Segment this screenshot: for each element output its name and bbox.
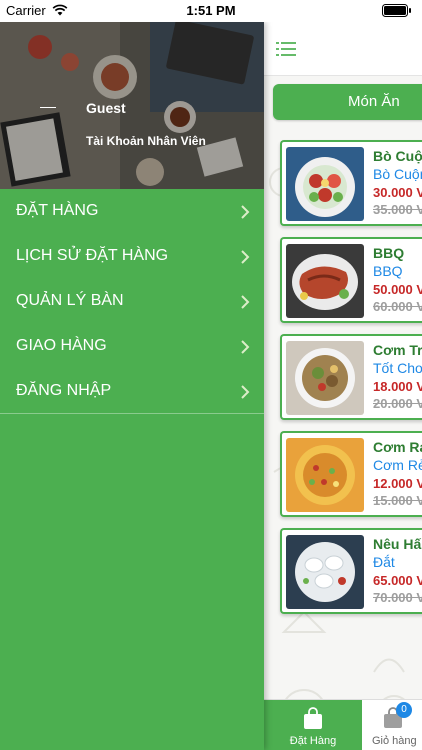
product-card[interactable]: Cơm Rang Cơm Rẻ 12.000 VNĐ 15.000 VNĐ [280,431,422,517]
product-description: BBQ [373,263,403,279]
menu-item-dat-hang[interactable]: ĐẶT HÀNG [0,189,264,234]
product-old-price: 20.000 VNĐ [373,396,422,411]
cart-count-badge: 0 [396,702,412,718]
product-image-fried-rice [286,438,364,512]
product-old-price: 70.000 VNĐ [373,590,422,605]
menu-item-lich-su-dat-hang[interactable]: LỊCH SỬ ĐẶT HÀNG [0,234,264,279]
user-role: Tài Khoản Nhân Viên [86,134,206,148]
product-name: Cơm Trộn [373,342,422,358]
product-name: Bò Cuộn [373,148,422,164]
menu-item-label: ĐẶT HÀNG [16,202,99,219]
drawer-divider [0,413,264,414]
product-name: BBQ [373,245,405,261]
product-card[interactable]: Bò Cuộn Bò Cuộn 30.000 VNĐ 35.000 VNĐ [280,140,422,226]
main-content: Món Ăn Bò Cuộn Bò Cuộn 30.000 VNĐ 35.000… [264,22,422,750]
menu-item-giao-hang[interactable]: GIAO HÀNG [0,324,264,369]
menu-item-label: GIAO HÀNG [16,337,107,354]
product-old-price: 60.000 VNĐ [373,299,422,314]
product-description: Bò Cuộn [373,166,422,182]
chevron-right-icon [241,385,250,399]
product-price: 18.000 VNĐ [373,379,422,394]
chevron-right-icon [241,340,250,354]
user-name: Guest [86,100,126,116]
drawer-header: Guest Tài Khoản Nhân Viên [0,22,264,189]
shopping-bag-icon [304,707,322,729]
menu-item-label: QUẢN LÝ BÀN [16,292,124,309]
product-name: Nêu Hấp [373,536,422,552]
tab-order-label: Đặt Hàng [289,735,337,747]
product-image-bbq [286,244,364,318]
chevron-right-icon [241,295,250,309]
product-card[interactable]: Nêu Hấp Đắt 65.000 VNĐ 70.000 VNĐ [280,528,422,614]
bottom-tab-bar: Đặt Hàng 0 Giỏ hàng [264,699,422,750]
product-description: Tốt Cho [373,360,422,376]
product-description: Cơm Rẻ [373,457,422,473]
menu-item-quan-ly-ban[interactable]: QUẢN LÝ BÀN [0,279,264,324]
tab-cart-label: Giỏ hàng [372,735,417,747]
product-price: 65.000 VNĐ [373,573,422,588]
chevron-right-icon [241,250,250,264]
category-tab-mon-an[interactable]: Món Ăn [273,84,422,120]
menu-item-dang-nhap[interactable]: ĐĂNG NHẬP [0,369,264,414]
product-card[interactable]: BBQ BBQ 50.000 VNĐ 60.000 VNĐ [280,237,422,323]
status-time: 1:51 PM [186,3,236,18]
product-name: Cơm Rang [373,439,422,455]
product-price: 30.000 VNĐ [373,185,422,200]
status-bar: Carrier 1:51 PM [0,0,422,22]
main-header [264,22,422,76]
menu-item-label: LỊCH SỬ ĐẶT HÀNG [16,247,169,264]
product-price: 12.000 VNĐ [373,476,422,491]
product-card[interactable]: Cơm Trộn Tốt Cho 18.000 VNĐ 20.000 VNĐ [280,334,422,420]
product-description: Đắt [373,554,395,570]
product-old-price: 15.000 VNĐ [373,493,422,508]
chevron-right-icon [241,205,250,219]
product-image-dumplings [286,535,364,609]
battery-icon [382,4,411,17]
menu-item-label: ĐĂNG NHẬP [16,382,112,399]
product-old-price: 35.000 VNĐ [373,202,422,217]
product-price: 50.000 VNĐ [373,282,422,297]
side-drawer: Guest Tài Khoản Nhân Viên ĐẶT HÀNG LỊCH … [0,22,264,750]
tab-order[interactable]: Đặt Hàng [264,700,362,750]
header-overlay [0,22,264,189]
hamburger-menu-icon[interactable] [276,41,296,57]
product-image-beef-roll [286,147,364,221]
product-list: Bò Cuộn Bò Cuộn 30.000 VNĐ 35.000 VNĐ BB… [280,140,422,625]
tab-cart[interactable]: 0 Giỏ hàng [362,700,422,750]
header-divider-line [40,107,56,108]
drawer-menu: ĐẶT HÀNG LỊCH SỬ ĐẶT HÀNG QUẢN LÝ BÀN GI… [0,189,264,414]
product-image-mixed-rice [286,341,364,415]
